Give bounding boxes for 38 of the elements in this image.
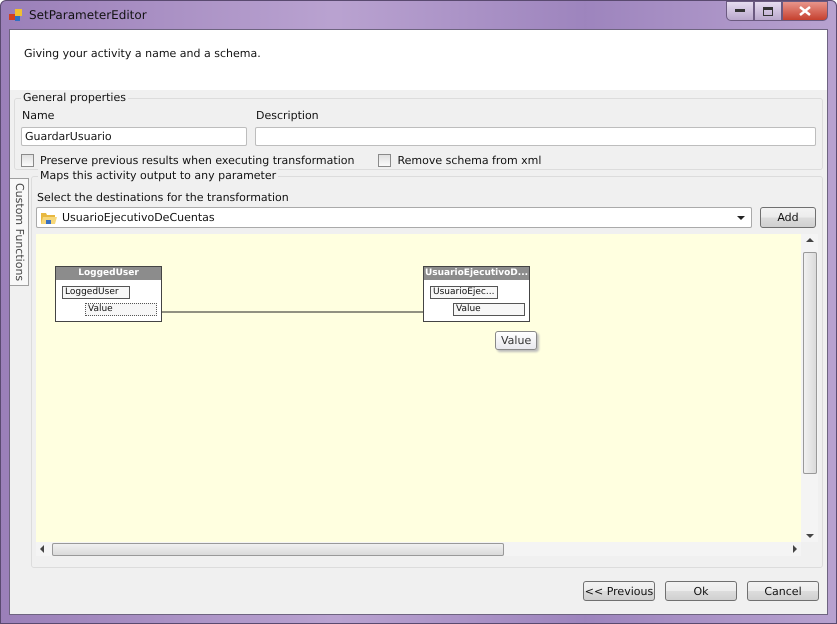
checkbox[interactable] — [21, 154, 34, 167]
folder-icon — [40, 210, 58, 224]
side-tab[interactable]: Custom Functions — [10, 178, 29, 286]
minimize-button[interactable] — [726, 1, 754, 21]
ok-button[interactable]: Ok — [665, 581, 737, 601]
add-button[interactable]: Add — [760, 207, 816, 228]
group-title: General properties — [21, 91, 128, 104]
node-title: UsuarioEjecutivoD... — [424, 267, 529, 280]
node-item[interactable]: Value — [453, 303, 525, 316]
caret-icon — [737, 216, 745, 220]
destination-dropdown[interactable]: UsuarioEjecutivoDeCuentas — [36, 207, 752, 228]
header-text: Giving your activity a name and a schema. — [24, 47, 261, 60]
destination-label: Select the destinations for the transformation — [36, 191, 290, 204]
maximize-button[interactable] — [754, 1, 782, 21]
maximize-icon — [763, 6, 773, 16]
window-title: SetParameterEditor — [29, 8, 147, 22]
checkbox[interactable] — [378, 154, 392, 167]
tooltip: Value — [495, 331, 538, 350]
node-title: LoggedUser — [56, 267, 161, 280]
vertical-scrollbar[interactable] — [801, 234, 818, 542]
previous-button[interactable]: << Previous — [583, 581, 655, 601]
app-icon — [9, 8, 23, 22]
minimize-icon — [735, 9, 745, 13]
source-node[interactable]: LoggedUser LoggedUser Value — [55, 266, 162, 322]
name-label: Name — [21, 109, 56, 122]
name-field[interactable]: GuardarUsuario — [21, 127, 247, 146]
checkbox-label: Remove schema from xml — [397, 154, 542, 167]
node-item[interactable]: UsuarioEjec... — [430, 286, 498, 299]
close-icon — [799, 6, 811, 16]
target-node[interactable]: UsuarioEjecutivoD... UsuarioEjec... Value — [423, 266, 530, 322]
close-button[interactable] — [782, 1, 828, 21]
cancel-button[interactable]: Cancel — [747, 581, 819, 601]
checkbox-label: Preserve previous results when executing transformation — [40, 154, 354, 167]
node-item[interactable]: Value — [85, 303, 157, 316]
horizontal-scrollbar[interactable] — [36, 542, 801, 556]
node-item[interactable]: LoggedUser — [62, 286, 130, 299]
group-title: Maps this activity output to any parameter — [38, 169, 278, 182]
description-label: Description — [255, 109, 320, 122]
